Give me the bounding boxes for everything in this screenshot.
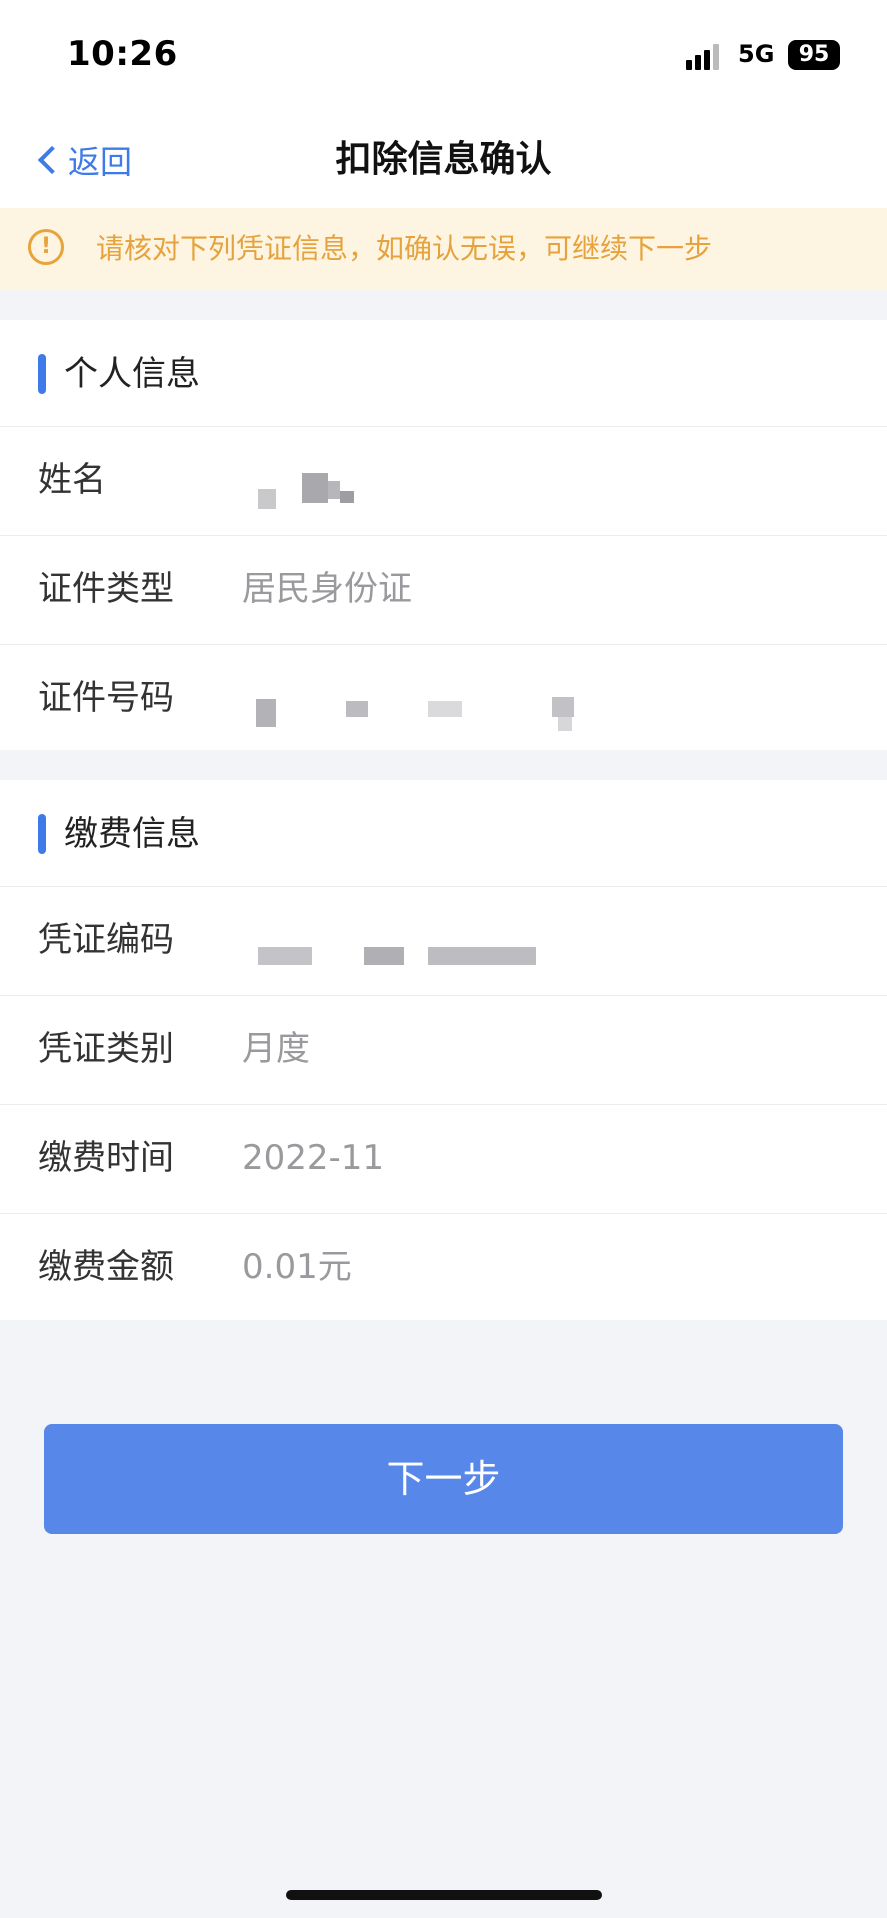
section-accent-bar [38,354,46,394]
notice-text: 请核对下列凭证信息，如确认无误，可继续下一步 [96,232,713,265]
home-indicator[interactable] [286,1890,602,1900]
info-row-payment-time: 缴费时间 2022-11 [0,1105,887,1214]
section-header: 个人信息 [0,320,887,427]
row-label: 缴费时间 [38,1138,174,1178]
redacted-voucher-code [252,933,552,973]
section-header: 缴费信息 [0,780,887,887]
row-value: 月度 [242,1029,310,1069]
row-label: 缴费金额 [38,1247,174,1287]
battery-icon: 95 [788,40,840,70]
info-row-voucher-code: 凭证编码 [0,887,887,996]
warning-icon: ! [28,229,64,265]
signal-icon [686,42,726,70]
notice-banner: ! 请核对下列凭证信息，如确认无误，可继续下一步 [0,208,887,290]
redacted-id-number [252,691,592,731]
redacted-name [252,473,362,513]
page-title: 扣除信息确认 [335,139,552,180]
personal-info-section: 个人信息 姓名 证件类型 居民身份证 证件号码 [0,320,887,750]
info-row-name: 姓名 [0,427,887,536]
nav-bar: 返回 扣除信息确认 [0,112,887,208]
section-title: 个人信息 [64,354,200,394]
info-row-id-type: 证件类型 居民身份证 [0,536,887,645]
network-label: 5G [738,40,775,68]
status-bar: 10:26 5G 95 [0,0,887,112]
row-label: 姓名 [38,460,106,500]
row-label: 证件类型 [38,569,174,609]
section-title: 缴费信息 [64,814,200,854]
row-label: 证件号码 [38,678,174,718]
payment-info-section: 缴费信息 凭证编码 凭证类别 月度 缴费时间 2022-11 缴费金额 0.01… [0,780,887,1320]
row-label: 凭证类别 [38,1029,174,1069]
row-value: 2022-11 [242,1138,385,1178]
row-value: 0.01元 [242,1247,352,1287]
status-time: 10:26 [67,34,178,74]
section-accent-bar [38,814,46,854]
info-row-voucher-type: 凭证类别 月度 [0,996,887,1105]
row-value: 居民身份证 [242,569,412,609]
next-step-button[interactable]: 下一步 [44,1424,843,1534]
row-label: 凭证编码 [38,920,174,960]
info-row-payment-amount: 缴费金额 0.01元 [0,1214,887,1322]
info-row-id-number: 证件号码 [0,645,887,753]
